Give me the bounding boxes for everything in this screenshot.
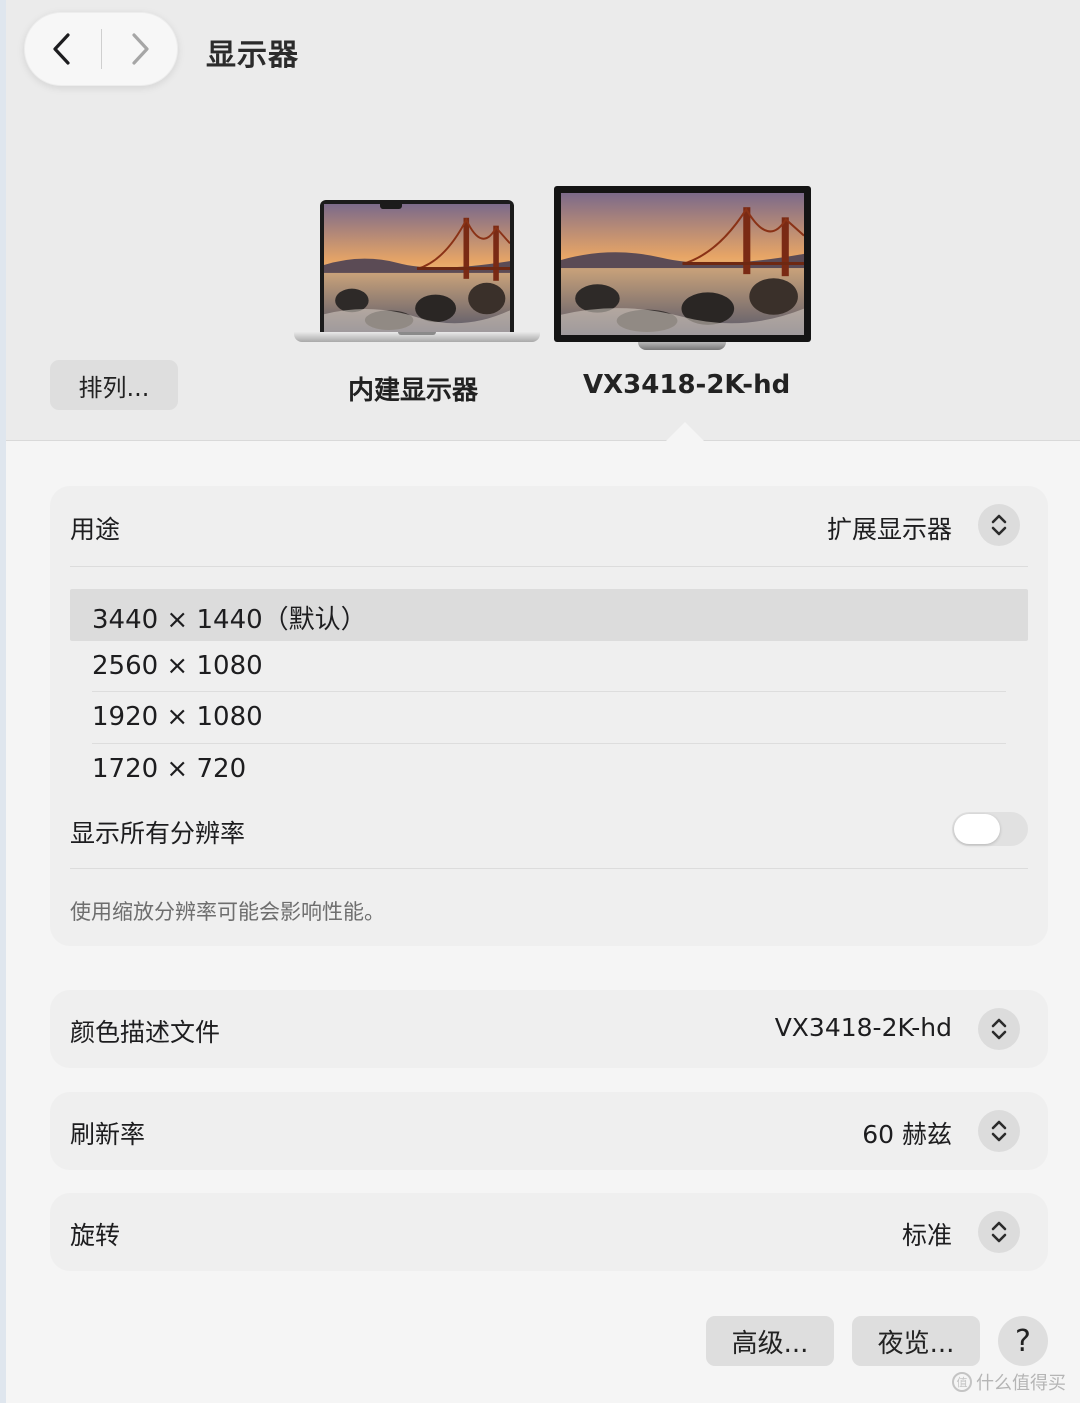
display-settings-card: 用途 扩展显示器 3440 × 1440（默认） 2560 × 1080 192…	[50, 486, 1048, 946]
chevron-left-icon	[53, 33, 70, 65]
advanced-button[interactable]: 高级...	[706, 1316, 834, 1366]
watermark: 值 什么值得买	[952, 1369, 1066, 1395]
rotation-label: 旋转	[70, 1221, 121, 1250]
resolution-option[interactable]: 1920 × 1080	[70, 692, 1028, 744]
laptop-base	[294, 332, 540, 342]
help-button[interactable]: ?	[998, 1316, 1048, 1366]
up-down-chevron-icon	[991, 1221, 1007, 1243]
refresh-rate-stepper[interactable]	[978, 1110, 1020, 1152]
show-all-resolutions-label: 显示所有分辨率	[70, 819, 246, 848]
night-shift-button[interactable]: 夜览...	[852, 1316, 980, 1366]
selected-display-pointer	[666, 422, 704, 441]
rotation-card: 旋转 标准	[50, 1193, 1048, 1271]
refresh-rate-card: 刷新率 60 赫兹	[50, 1092, 1048, 1170]
page-title: 显示器	[206, 38, 299, 73]
rotation-stepper[interactable]	[978, 1211, 1020, 1253]
resolution-list: 3440 × 1440（默认） 2560 × 1080 1920 × 1080 …	[70, 589, 1028, 795]
up-down-chevron-icon	[991, 1018, 1007, 1040]
section-divider	[70, 566, 1028, 567]
laptop-base-groove	[398, 332, 436, 335]
rotation-value[interactable]: 标准	[902, 1216, 952, 1252]
resolution-option-label: 3440 × 1440（默认）	[92, 605, 367, 635]
monitor-screen	[554, 186, 811, 342]
refresh-rate-value[interactable]: 60 赫兹	[862, 1115, 952, 1151]
refresh-rate-label: 刷新率	[70, 1120, 146, 1149]
scaling-footnote: 使用缩放分辨率可能会影响性能。	[70, 900, 385, 924]
up-down-chevron-icon	[991, 514, 1007, 536]
watermark-logo-icon: 值	[952, 1372, 972, 1392]
color-profile-value[interactable]: VX3418-2K-hd	[775, 1013, 952, 1042]
wallpaper-image	[561, 193, 804, 335]
resolution-option-label: 2560 × 1080	[92, 650, 263, 681]
resolution-option[interactable]: 1720 × 720	[70, 744, 1028, 796]
color-profile-stepper[interactable]	[978, 1008, 1020, 1050]
external-display-label[interactable]: VX3418-2K-hd	[583, 370, 790, 400]
navigation-buttons	[24, 12, 178, 86]
forward-button[interactable]	[102, 12, 178, 86]
builtin-display-label[interactable]: 内建显示器	[348, 370, 478, 407]
toggle-knob	[954, 814, 1000, 844]
resolution-option[interactable]: 2560 × 1080	[70, 641, 1028, 692]
arrange-button[interactable]: 排列...	[50, 360, 178, 410]
monitor-stand	[638, 342, 726, 350]
back-button[interactable]	[24, 12, 100, 86]
resolution-option-selected[interactable]: 3440 × 1440（默认）	[70, 589, 1028, 641]
resolution-option-label: 1720 × 720	[92, 753, 247, 784]
watermark-text: 什么值得买	[976, 1373, 1066, 1394]
laptop-notch	[380, 204, 402, 209]
show-all-resolutions-toggle[interactable]	[952, 812, 1028, 846]
color-profile-card: 颜色描述文件 VX3418-2K-hd	[50, 990, 1048, 1068]
up-down-chevron-icon	[991, 1120, 1007, 1142]
laptop-screen	[320, 200, 514, 332]
color-profile-label: 颜色描述文件	[70, 1018, 221, 1047]
usage-label: 用途	[70, 515, 121, 544]
wallpaper-image	[324, 204, 510, 332]
usage-stepper[interactable]	[978, 504, 1020, 546]
chevron-right-icon	[132, 33, 149, 65]
resolution-option-label: 1920 × 1080	[92, 702, 263, 732]
section-divider	[70, 868, 1028, 869]
usage-value[interactable]: 扩展显示器	[827, 510, 952, 546]
